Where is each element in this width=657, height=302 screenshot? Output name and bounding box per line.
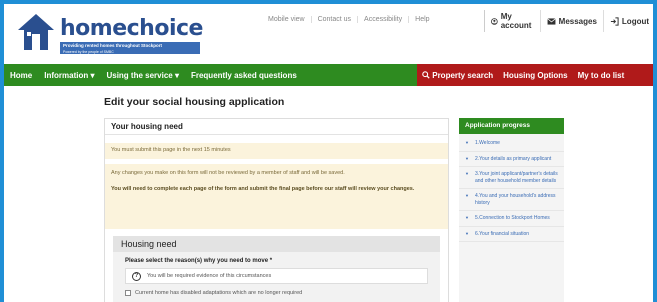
accessibility-link[interactable]: Accessibility <box>358 16 410 23</box>
progress-step[interactable]: ▼ 5.Connection to Stockport Homes <box>459 211 564 227</box>
housing-need-section: Housing need Please select the reason(s)… <box>113 236 440 302</box>
nav-faq[interactable]: Frequently asked questions <box>185 71 303 80</box>
site-header: homechoice Providing rented homes throug… <box>4 4 653 62</box>
caret-down-icon: ▼ <box>465 140 469 145</box>
progress-steps: ▼ 1.Welcome ▼ 2.Your details as primary ap… <box>459 134 564 244</box>
move-reason-question: Please select the reason(s) why you need… <box>125 258 273 264</box>
main-nav: Home Information ▾ Using the service ▾ F… <box>4 64 653 86</box>
nav-todo-list[interactable]: My to do list <box>573 71 630 80</box>
progress-step[interactable]: ▼ 4.You and your household's address hist… <box>459 189 564 211</box>
card-title: Your housing need <box>105 119 448 135</box>
nav-home[interactable]: Home <box>4 71 38 80</box>
reason-option-label: Current home has disabled adaptations wh… <box>135 290 303 296</box>
notice-line-1: Any changes you make on this form will n… <box>111 170 345 176</box>
reason-option[interactable]: Current home has disabled adaptations wh… <box>113 284 440 302</box>
housing-need-card: Your housing need You must submit this p… <box>104 118 449 302</box>
nav-using-the-service[interactable]: Using the service ▾ <box>100 71 185 80</box>
page-title: Edit your social housing application <box>104 96 285 108</box>
logo-wordmark: homechoice <box>60 16 203 41</box>
notice-line-2: You will need to complete each page of t… <box>111 186 415 192</box>
progress-step[interactable]: ▼ 1.Welcome <box>459 136 564 152</box>
timer-notice: You must submit this page in the next 15… <box>105 143 448 159</box>
account-bar: My account Messages Logout <box>484 10 653 32</box>
user-icon <box>491 17 498 25</box>
caret-down-icon: ▼ <box>465 193 469 198</box>
caret-down-icon: ▼ <box>465 171 469 176</box>
logo-tagline: Providing rented homes throughout Stockp… <box>60 42 200 54</box>
messages-button[interactable]: Messages <box>539 10 603 32</box>
caret-down-icon: ▼ <box>465 215 469 220</box>
nav-red-section: Property search Housing Options My to do… <box>417 64 653 86</box>
mobile-view-link[interactable]: Mobile view <box>262 16 312 23</box>
nav-housing-options[interactable]: Housing Options <box>498 71 572 80</box>
logout-button[interactable]: Logout <box>602 10 653 32</box>
contact-us-link[interactable]: Contact us <box>312 16 359 23</box>
reason-checkbox[interactable] <box>125 290 131 296</box>
house-logo-icon <box>18 14 54 50</box>
my-account-button[interactable]: My account <box>484 10 540 32</box>
envelope-icon <box>547 17 556 25</box>
application-progress-panel: Application progress ▼ 1.Welcome ▼ 2.Your … <box>459 118 564 302</box>
progress-title: Application progress <box>459 118 564 134</box>
progress-step[interactable]: ▼ 6.Your financial situation <box>459 227 564 242</box>
section-title: Housing need <box>113 236 440 252</box>
caret-down-icon: ▼ <box>465 155 469 161</box>
homechoice-logo[interactable]: homechoice Providing rented homes throug… <box>16 12 203 58</box>
search-icon <box>422 70 430 79</box>
progress-step[interactable]: ▼ 3.Your joint applicant/partner's detail… <box>459 167 564 189</box>
top-links: Mobile view Contact us Accessibility Hel… <box>262 16 436 23</box>
question-icon: ? <box>132 271 141 281</box>
help-link[interactable]: Help <box>409 16 435 23</box>
info-text: You will be required evidence of this ci… <box>147 273 272 279</box>
nav-information[interactable]: Information ▾ <box>38 71 100 80</box>
caret-down-icon: ▼ <box>465 230 469 236</box>
logout-icon <box>610 16 619 26</box>
progress-step[interactable]: ▼ 2.Your details as primary applicant <box>459 152 564 167</box>
nav-property-search[interactable]: Property search <box>417 71 498 80</box>
browser-frame: homechoice Providing rented homes throug… <box>4 4 653 302</box>
evidence-info-box: ? You will be required evidence of this … <box>125 268 428 284</box>
changes-notice: Any changes you make on this form will n… <box>105 164 448 229</box>
